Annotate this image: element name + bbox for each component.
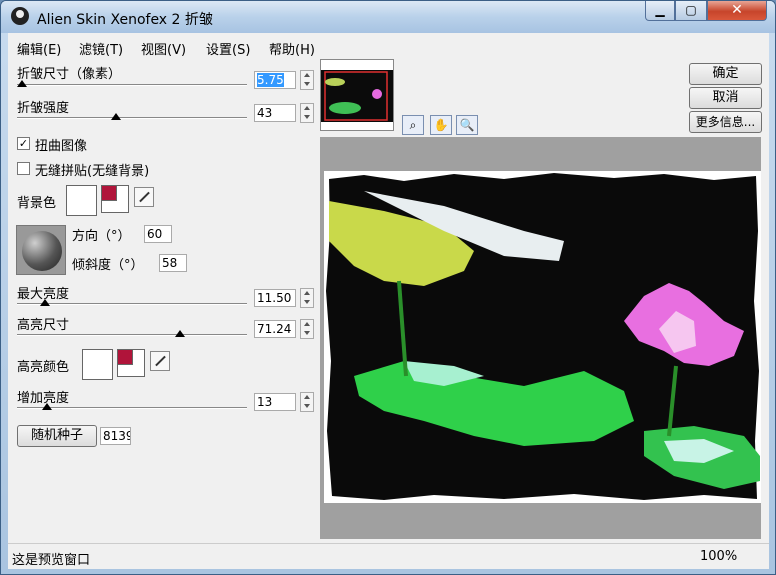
window-title: Alien Skin Xenofex 2 折皱 xyxy=(37,12,213,28)
menu-view[interactable]: 视图(V) xyxy=(141,39,186,58)
preview-toggle-icon[interactable]: ⌕ xyxy=(402,115,424,135)
cancel-button[interactable]: 取消 xyxy=(689,87,762,109)
highlight-color-label: 高亮颜色 xyxy=(17,360,70,375)
menu-filter[interactable]: 滤镜(T) xyxy=(79,39,123,58)
highlight-size-spinner[interactable] xyxy=(300,319,314,339)
distort-image-checkbox[interactable]: ✓ xyxy=(17,137,30,150)
preview-area: ⌕ ✋ 🔍 确定 取消 更多信息... xyxy=(320,59,769,543)
add-brightness-input[interactable]: 13 xyxy=(254,393,296,411)
add-brightness-slider-thumb[interactable] xyxy=(41,403,52,410)
navigator-thumbnail[interactable] xyxy=(320,59,394,131)
preview-canvas[interactable] xyxy=(324,171,761,503)
minimize-button[interactable]: ▁ xyxy=(645,1,675,21)
light-direction-sphere[interactable] xyxy=(16,225,66,275)
close-button[interactable]: ✕ xyxy=(707,1,767,21)
direction-label: 方向（°） xyxy=(72,229,131,244)
tilt-label: 倾斜度（°） xyxy=(72,258,144,273)
background-eyedropper-icon[interactable] xyxy=(134,187,154,207)
hand-tool-icon[interactable]: ✋ xyxy=(430,115,452,135)
menu-help[interactable]: 帮助(H) xyxy=(269,39,315,58)
seamless-tile-label: 无缝拼贴(无缝背景) xyxy=(35,164,150,179)
highlight-size-slider-thumb[interactable] xyxy=(175,330,186,337)
max-brightness-slider-track[interactable] xyxy=(17,303,247,305)
thumbnail-image xyxy=(321,70,393,122)
controls-panel: 折皱尺寸（像素） 5.75 折皱强度 43 ✓ 扭曲图像 无缝拼贴(无缝背景) … xyxy=(8,59,320,543)
more-info-button[interactable]: 更多信息... xyxy=(689,111,762,133)
maximize-button[interactable]: ▢ xyxy=(675,1,707,21)
crease-strength-spinner[interactable] xyxy=(300,103,314,123)
highlight-size-slider-track[interactable] xyxy=(17,334,247,336)
tilt-input[interactable]: 58 xyxy=(159,254,187,272)
crease-size-slider-track[interactable] xyxy=(17,84,247,86)
preview-window[interactable] xyxy=(320,137,761,539)
ok-button[interactable]: 确定 xyxy=(689,63,762,85)
crease-size-slider-thumb[interactable] xyxy=(16,80,27,87)
crease-strength-input[interactable]: 43 xyxy=(254,104,296,122)
random-seed-input[interactable]: 8139 xyxy=(100,427,131,445)
highlight-eyedropper-icon[interactable] xyxy=(150,351,170,371)
status-bar: 这是预览窗口 100% xyxy=(8,543,769,569)
crease-size-input[interactable]: 5.75 xyxy=(254,71,296,89)
title-bar[interactable]: Alien Skin Xenofex 2 折皱 ▁ ▢ ✕ xyxy=(1,1,775,33)
light-sphere-icon xyxy=(22,231,62,271)
status-text: 这是预览窗口 xyxy=(12,553,91,568)
crease-strength-slider-thumb[interactable] xyxy=(110,113,121,120)
preview-image xyxy=(326,173,760,500)
crease-size-spinner[interactable] xyxy=(300,70,314,90)
seamless-tile-checkbox[interactable] xyxy=(17,162,30,175)
client-area: 编辑(E) 滤镜(T) 视图(V) 设置(S) 帮助(H) 折皱尺寸（像素） 5… xyxy=(8,33,769,569)
menu-settings[interactable]: 设置(S) xyxy=(206,39,250,58)
app-window: Alien Skin Xenofex 2 折皱 ▁ ▢ ✕ 编辑(E) 滤镜(T… xyxy=(0,0,776,575)
crease-size-label: 折皱尺寸（像素） xyxy=(17,67,122,82)
max-brightness-input[interactable]: 11.50 xyxy=(254,289,296,307)
zoom-tool-icon[interactable]: 🔍 xyxy=(456,115,478,135)
crease-strength-label: 折皱强度 xyxy=(17,101,70,116)
background-color-label: 背景色 xyxy=(17,196,57,211)
max-brightness-slider-thumb[interactable] xyxy=(39,299,50,306)
menu-edit[interactable]: 编辑(E) xyxy=(17,39,61,58)
highlight-color-preview[interactable] xyxy=(82,349,113,380)
add-brightness-spinner[interactable] xyxy=(300,392,314,412)
crease-strength-slider-track[interactable] xyxy=(17,117,247,119)
distort-image-label: 扭曲图像 xyxy=(35,139,88,154)
zoom-level: 100% xyxy=(700,549,738,564)
highlight-size-input[interactable]: 71.24 xyxy=(254,320,296,338)
random-seed-button[interactable]: 随机种子 xyxy=(17,425,97,447)
background-color-preview[interactable] xyxy=(66,185,97,216)
max-brightness-spinner[interactable] xyxy=(300,288,314,308)
highlight-color-swatch[interactable] xyxy=(117,349,133,365)
menu-bar: 编辑(E) 滤镜(T) 视图(V) 设置(S) 帮助(H) xyxy=(8,33,769,59)
highlight-size-label: 高亮尺寸 xyxy=(17,318,70,333)
background-color-swatch[interactable] xyxy=(101,185,117,201)
app-logo-icon xyxy=(11,7,29,25)
direction-input[interactable]: 60 xyxy=(144,225,172,243)
